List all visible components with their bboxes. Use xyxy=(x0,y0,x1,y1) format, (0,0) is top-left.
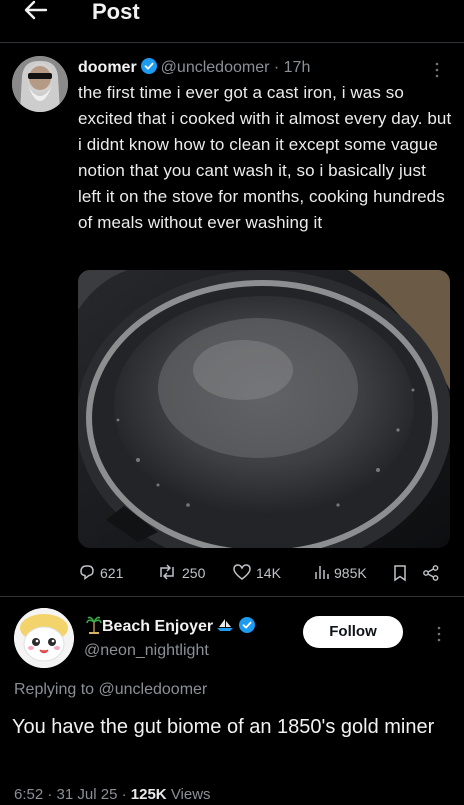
views-count: 985K xyxy=(334,565,367,581)
meta-separator: · xyxy=(273,59,280,76)
repost-count: 250 xyxy=(182,565,206,581)
reply-author-handle[interactable]: @neon_nightlight xyxy=(84,640,209,662)
header-bar: Post xyxy=(0,0,464,40)
like-button[interactable]: 14K xyxy=(232,558,281,588)
more-options-icon[interactable] xyxy=(430,60,444,80)
reply-icon xyxy=(78,563,100,584)
reply-author-name-row[interactable]: Beach Enjoyer xyxy=(86,616,259,638)
arrow-left-icon[interactable] xyxy=(22,0,50,24)
repost-button[interactable]: 250 xyxy=(156,558,205,588)
verified-badge-icon xyxy=(239,617,256,633)
reply-count: 621 xyxy=(100,565,124,581)
repost-icon xyxy=(156,563,182,584)
author-name[interactable]: doomer xyxy=(78,59,137,76)
reply-footer-meta: 6:52 · 31 Jul 25 · 125K Views xyxy=(14,786,211,803)
footer-views-count: 125K xyxy=(130,786,167,803)
reply-text: You have the gut biome of an 1850's gold… xyxy=(12,716,435,738)
tweet-photo-cast-iron-pan[interactable] xyxy=(78,270,450,548)
tweet-text: the first time i ever got a cast iron, i… xyxy=(78,83,452,232)
heart-icon xyxy=(232,563,256,584)
views-button[interactable]: 985K xyxy=(312,558,367,588)
replying-to-line: Replying to @uncledoomer xyxy=(14,679,207,701)
replying-to-mention[interactable]: @uncledoomer xyxy=(99,681,208,698)
bookmark-icon[interactable] xyxy=(392,558,412,588)
reply-author-name: Beach Enjoyer xyxy=(102,618,214,635)
header-divider xyxy=(0,42,464,43)
tweet-action-bar: 621 250 14K 985K xyxy=(78,558,450,588)
verified-badge-icon xyxy=(140,58,157,74)
author-handle[interactable]: @uncledoomer xyxy=(161,59,270,76)
share-icon[interactable] xyxy=(422,558,444,588)
tweet-meta: doomer @uncledoomer · 17h xyxy=(78,56,310,80)
footer-date: 31 Jul 25 xyxy=(56,786,118,803)
follow-button[interactable]: Follow xyxy=(303,616,403,648)
sailboat-icon xyxy=(213,618,235,635)
more-options-icon[interactable] xyxy=(432,624,446,644)
views-bar-chart-icon xyxy=(312,563,334,584)
footer-views-label: Views xyxy=(170,786,211,803)
tweet-divider xyxy=(0,596,464,597)
page-title: Post xyxy=(92,0,140,24)
replying-prefix: Replying to xyxy=(14,681,95,698)
tweet-time[interactable]: 17h xyxy=(284,59,311,76)
reply-button[interactable]: 621 xyxy=(78,558,123,588)
palm-tree-icon xyxy=(86,616,102,635)
like-count: 14K xyxy=(256,565,281,581)
footer-time: 6:52 xyxy=(14,786,44,803)
avatar[interactable] xyxy=(14,608,74,668)
avatar[interactable] xyxy=(12,56,68,112)
